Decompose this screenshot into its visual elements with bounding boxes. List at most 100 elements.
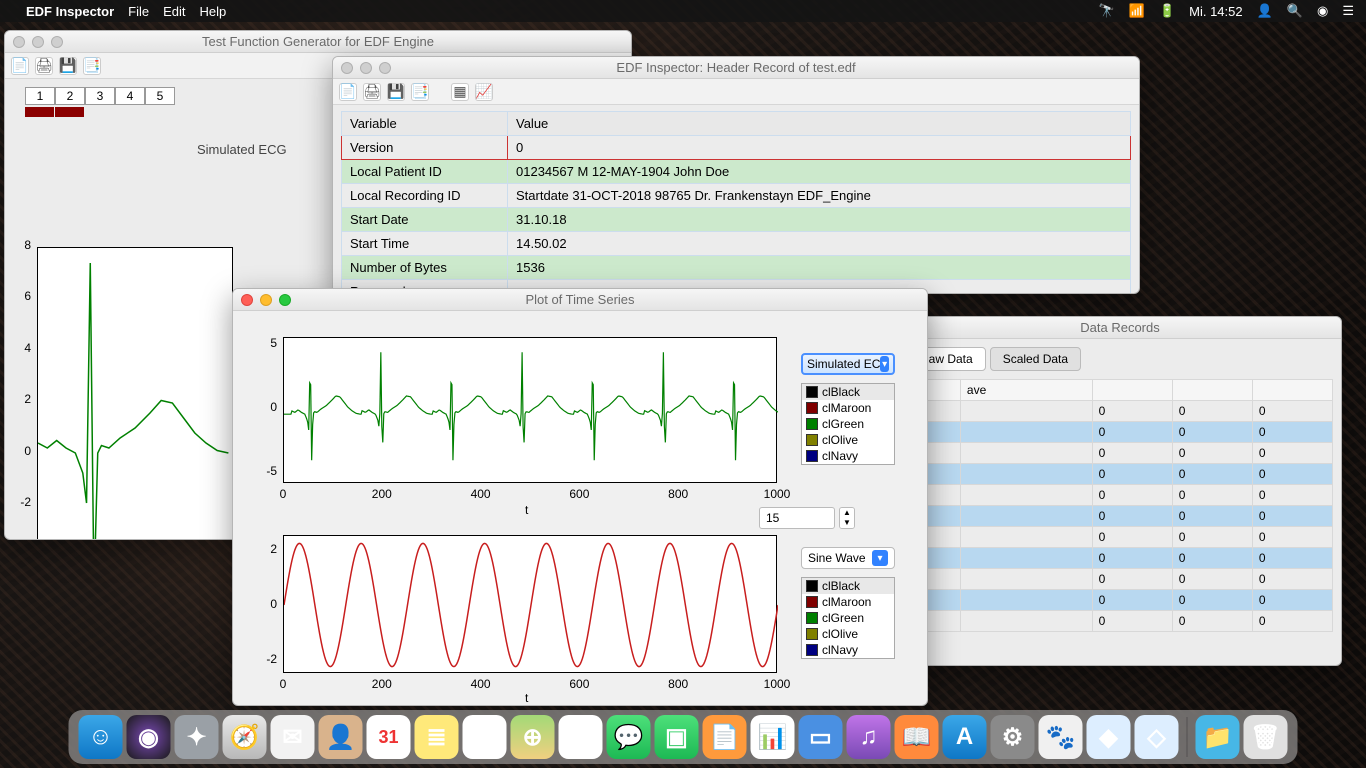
dock-itunes[interactable]: ♫ [847, 715, 891, 759]
export-icon[interactable]: 📑 [411, 83, 429, 101]
plot-title: Plot of Time Series [233, 292, 927, 307]
tfg-tab-4[interactable]: 4 [115, 87, 145, 105]
dock-appstore[interactable]: A [943, 715, 987, 759]
bottom-series-select[interactable]: Sine Wave ▾ [801, 547, 895, 569]
save-icon[interactable]: 💾 [387, 83, 405, 101]
dock-reminders[interactable]: ☑ [463, 715, 507, 759]
dock-keynote[interactable]: ▭ [799, 715, 843, 759]
plot-titlebar[interactable]: Plot of Time Series [233, 289, 927, 311]
dock-xcode1[interactable]: ◆ [1087, 715, 1131, 759]
dock-xcode2[interactable]: ◇ [1135, 715, 1179, 759]
dock-lazarus[interactable]: 🐾 [1039, 715, 1083, 759]
dock-downloads[interactable]: 📁 [1196, 715, 1240, 759]
color-option[interactable]: clMaroon [802, 400, 894, 416]
save-icon[interactable]: 💾 [59, 57, 77, 75]
new-icon[interactable]: 📄 [339, 83, 357, 101]
tfg-tab-3[interactable]: 3 [85, 87, 115, 105]
table-icon[interactable]: ▦ [451, 83, 469, 101]
dock-trash[interactable]: 🗑 [1244, 715, 1288, 759]
chevron-down-icon: ▾ [880, 356, 889, 372]
dock-pages[interactable]: 📄 [703, 715, 747, 759]
color-option[interactable]: clNavy [802, 448, 894, 464]
spotlight-icon[interactable]: 🔍 [1287, 3, 1303, 19]
dock-mail[interactable]: ✉ [271, 715, 315, 759]
notification-center-icon[interactable]: ☰ [1342, 3, 1354, 19]
dock-facetime[interactable]: ▣ [655, 715, 699, 759]
app-menu[interactable]: EDF Inspector [26, 4, 114, 19]
header-title: EDF Inspector: Header Record of test.edf [333, 60, 1139, 75]
color-option[interactable]: clNavy [802, 642, 894, 658]
header-minimize-button[interactable] [360, 62, 372, 74]
tfg-tab-indicator-1 [25, 107, 55, 117]
menu-file[interactable]: File [128, 4, 149, 19]
header-table[interactable]: VariableValueVersion0Local Patient ID012… [341, 111, 1131, 294]
color-option[interactable]: clGreen [802, 610, 894, 626]
dock-sysprefs[interactable]: ⚙ [991, 715, 1035, 759]
dock-photos[interactable]: ✿ [559, 715, 603, 759]
battery-icon[interactable]: 🔋 [1159, 3, 1175, 19]
new-icon[interactable]: 📄 [11, 57, 29, 75]
bottom-chart [283, 535, 777, 673]
dock-ibooks[interactable]: 📖 [895, 715, 939, 759]
chart-icon[interactable]: 📈 [475, 83, 493, 101]
header-zoom-button[interactable] [379, 62, 391, 74]
tab-scaled-data[interactable]: Scaled Data [990, 347, 1081, 371]
chevron-down-icon: ▾ [872, 550, 888, 566]
print-icon[interactable]: 🖨 [35, 57, 53, 75]
color-option[interactable]: clOlive [802, 626, 894, 642]
plot-zoom-button[interactable] [279, 294, 291, 306]
menu-help[interactable]: Help [199, 4, 226, 19]
tfg-minimize-button[interactable] [32, 36, 44, 48]
spinner-up-icon[interactable]: ▲ [840, 508, 854, 518]
header-titlebar[interactable]: EDF Inspector: Header Record of test.edf [333, 57, 1139, 79]
export-icon[interactable]: 📑 [83, 57, 101, 75]
color-option[interactable]: clOlive [802, 432, 894, 448]
color-option[interactable]: clMaroon [802, 594, 894, 610]
tfg-titlebar[interactable]: Test Function Generator for EDF Engine [5, 31, 631, 53]
tfg-tab-2[interactable]: 2 [55, 87, 85, 105]
dock-calendar[interactable]: 31 [367, 715, 411, 759]
wifi-icon[interactable]: 📶 [1129, 3, 1145, 19]
clock[interactable]: Mi. 14:52 [1189, 4, 1242, 19]
tfg-tab-5[interactable]: 5 [145, 87, 175, 105]
spinner-input[interactable] [759, 507, 835, 529]
dock-maps[interactable]: ⊕ [511, 715, 555, 759]
tfg-tab-indicator-2 [55, 107, 85, 117]
plot-minimize-button[interactable] [260, 294, 272, 306]
header-window: EDF Inspector: Header Record of test.edf… [332, 56, 1140, 294]
bottom-color-list[interactable]: clBlackclMaroonclGreenclOliveclNavy [801, 577, 895, 659]
dock-safari[interactable]: 🧭 [223, 715, 267, 759]
binoculars-icon[interactable]: 🔭 [1099, 3, 1115, 19]
dock-messages[interactable]: 💬 [607, 715, 651, 759]
tfg-close-button[interactable] [13, 36, 25, 48]
data-grid[interactable]: ave000000000000000000000000000000000 [907, 379, 1333, 632]
dock-finder[interactable]: ☺ [79, 715, 123, 759]
menu-edit[interactable]: Edit [163, 4, 185, 19]
dock-numbers[interactable]: 📊 [751, 715, 795, 759]
bottom-chart-xlabel: t [525, 691, 528, 705]
siri-icon[interactable]: ◉ [1317, 3, 1328, 19]
top-color-list[interactable]: clBlackclMaroonclGreenclOliveclNavy [801, 383, 895, 465]
color-option[interactable]: clBlack [802, 384, 894, 400]
color-option[interactable]: clGreen [802, 416, 894, 432]
dock-notes[interactable]: ≣ [415, 715, 459, 759]
plot-close-button[interactable] [241, 294, 253, 306]
top-chart-xlabel: t [525, 503, 528, 517]
header-close-button[interactable] [341, 62, 353, 74]
macos-menubar: EDF Inspector File Edit Help 🔭 📶 🔋 Mi. 1… [0, 0, 1366, 22]
print-icon[interactable]: 🖨 [363, 83, 381, 101]
top-spinner[interactable]: ▲▼ [759, 507, 855, 529]
dock-launchpad[interactable]: ✦ [175, 715, 219, 759]
tfg-title: Test Function Generator for EDF Engine [5, 34, 631, 49]
data-titlebar[interactable]: Data Records [899, 317, 1341, 339]
spinner-down-icon[interactable]: ▼ [840, 518, 854, 528]
tfg-zoom-button[interactable] [51, 36, 63, 48]
dock-siri[interactable]: ◉ [127, 715, 171, 759]
top-series-select[interactable]: Simulated EC ▾ [801, 353, 895, 375]
dock-contacts[interactable]: 👤 [319, 715, 363, 759]
color-option[interactable]: clBlack [802, 578, 894, 594]
tfg-tab-1[interactable]: 1 [25, 87, 55, 105]
dock: ☺◉✦🧭✉👤31≣☑⊕✿💬▣📄📊▭♫📖A⚙🐾◆◇ 📁🗑 [69, 710, 1298, 764]
user-icon[interactable]: 👤 [1257, 3, 1273, 19]
tfg-chart [37, 247, 233, 540]
